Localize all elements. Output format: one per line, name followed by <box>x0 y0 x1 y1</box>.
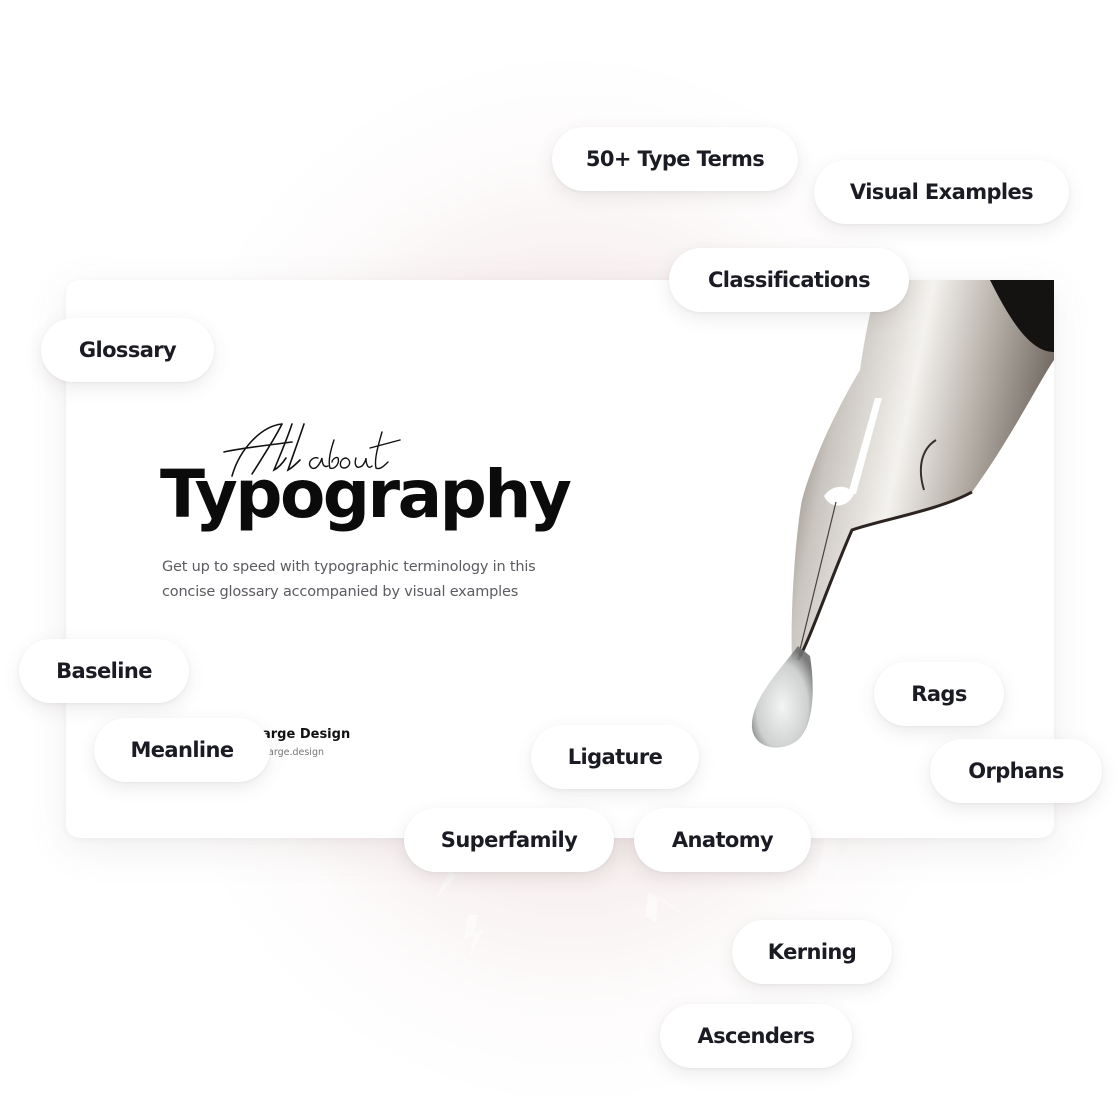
lightning-bolt-icon <box>612 892 690 922</box>
page-title: Typography <box>160 456 572 533</box>
tag-glossary[interactable]: Glossary <box>41 318 214 382</box>
tag-superfamily[interactable]: Superfamily <box>404 808 614 872</box>
brand-name: arge Design <box>262 727 351 742</box>
lightning-bolt-icon <box>895 868 943 924</box>
brand-url: harge.design <box>262 747 324 758</box>
tag-kerning[interactable]: Kerning <box>732 920 892 984</box>
lightning-bolt-icon <box>436 870 456 898</box>
tag-classifications[interactable]: Classifications <box>669 248 909 312</box>
description-line-1: Get up to speed with typographic termino… <box>162 559 536 575</box>
tag-orphans[interactable]: Orphans <box>930 739 1102 803</box>
description-line-2: concise glossary accompanied by visual e… <box>162 584 519 600</box>
lightning-bolt-icon <box>817 838 849 898</box>
tag-visual-examples[interactable]: Visual Examples <box>814 160 1069 224</box>
tag-type-terms[interactable]: 50+ Type Terms <box>552 127 798 191</box>
tag-ascenders[interactable]: Ascenders <box>660 1004 852 1068</box>
tag-anatomy[interactable]: Anatomy <box>634 808 811 872</box>
tag-rags[interactable]: Rags <box>874 662 1004 726</box>
hero-description: Get up to speed with typographic termino… <box>162 555 602 605</box>
tag-baseline[interactable]: Baseline <box>19 639 189 703</box>
lightning-bolt-icon <box>464 915 484 957</box>
tag-meanline[interactable]: Meanline <box>94 718 270 782</box>
tag-ligature[interactable]: Ligature <box>531 725 699 789</box>
